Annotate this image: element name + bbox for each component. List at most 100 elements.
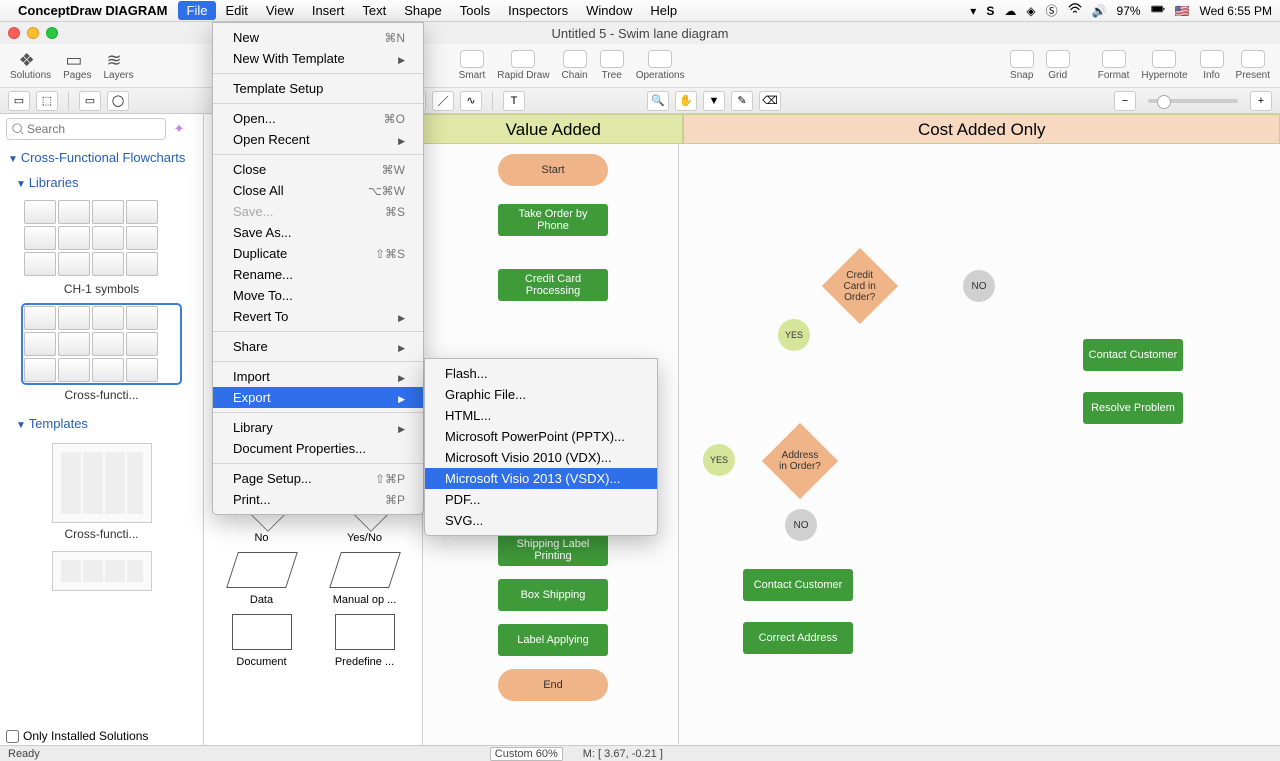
file-menu-print-[interactable]: Print...⌘P [213,489,423,510]
export-microsoft-visio-2010-vdx-[interactable]: Microsoft Visio 2010 (VDX)... [425,447,657,468]
menu-file[interactable]: File [178,1,217,20]
erase-tool[interactable]: ⌫ [759,91,781,111]
lib-crossfunc-grid[interactable] [24,306,179,382]
section-crossfunc[interactable]: Cross-Functional Flowcharts [0,144,203,171]
file-menu-library[interactable]: Library [213,417,423,438]
wand-icon[interactable]: ✦ [174,121,185,136]
node-credit-decision[interactable]: Credit Card in Order? [822,248,898,324]
node-contact-1[interactable]: Contact Customer [1083,339,1183,371]
shape-manual-op[interactable]: Manual op ... [325,552,404,606]
menu-view[interactable]: View [257,1,303,20]
menu-insert[interactable]: Insert [303,1,354,20]
tb-pages[interactable]: ▭Pages [63,50,91,81]
node-end[interactable]: End [498,669,608,701]
file-menu-rename-[interactable]: Rename... [213,264,423,285]
node-label-applying[interactable]: Label Applying [498,624,608,656]
zoom-slider[interactable] [1148,99,1238,103]
file-menu-close-all[interactable]: Close All⌥⌘W [213,180,423,201]
file-menu-close[interactable]: Close⌘W [213,159,423,180]
text-tool[interactable]: T [503,91,525,111]
file-menu-template-setup[interactable]: Template Setup [213,78,423,99]
file-menu-open-recent[interactable]: Open Recent [213,129,423,150]
file-menu-new[interactable]: New⌘N [213,27,423,48]
flag-icon[interactable]: 🇺🇸 [1175,4,1190,18]
menu-help[interactable]: Help [641,1,686,20]
file-menu-save-[interactable]: Save...⌘S [213,201,423,222]
shape-document[interactable]: Document [222,614,301,668]
node-no-1[interactable]: NO [963,270,995,302]
zoom-out[interactable]: − [1114,91,1136,111]
export-graphic-file-[interactable]: Graphic File... [425,384,657,405]
tb-layers[interactable]: ≋Layers [104,50,134,81]
menu-text[interactable]: Text [353,1,395,20]
file-menu-document-properties-[interactable]: Document Properties... [213,438,423,459]
file-menu-open-[interactable]: Open...⌘O [213,108,423,129]
template-thumb-1[interactable] [52,443,152,523]
tb-solutions[interactable]: ❖Solutions [10,50,51,81]
shape-predefined[interactable]: Predefine ... [325,614,404,668]
node-contact-2[interactable]: Contact Customer [743,569,853,601]
file-menu-page-setup-[interactable]: Page Setup...⇧⌘P [213,468,423,489]
line-tool[interactable]: ／ [432,91,454,111]
menu-edit[interactable]: Edit [216,1,256,20]
vlc-icon[interactable]: ▾ [970,4,976,18]
diamond-icon[interactable]: ◈ [1026,4,1035,18]
node-start[interactable]: Start [498,154,608,186]
tb-present[interactable]: Present [1236,50,1270,81]
template-thumb-2[interactable] [52,551,152,591]
tb-operations[interactable]: Operations [636,50,685,81]
clock[interactable]: Wed 6:55 PM [1200,4,1272,18]
node-box-shipping[interactable]: Box Shipping [498,579,608,611]
node-take-order[interactable]: Take Order by Phone [498,204,608,236]
file-menu-revert-to[interactable]: Revert To [213,306,423,327]
templates-node[interactable]: Templates [0,412,203,435]
menu-tools[interactable]: Tools [451,1,499,20]
lane-header-cost-added[interactable]: Cost Added Only [683,114,1280,144]
node-no-2[interactable]: NO [785,509,817,541]
tb-chain[interactable]: Chain [562,50,588,81]
file-menu-duplicate[interactable]: Duplicate⇧⌘S [213,243,423,264]
shape-data[interactable]: Data [222,552,301,606]
tb-info[interactable]: Info [1200,50,1224,81]
node-shipping-label[interactable]: Shipping Label Printing [498,534,608,566]
s-icon[interactable]: S [986,4,994,18]
only-installed-input[interactable] [6,730,19,743]
node-credit-processing[interactable]: Credit Card Processing [498,269,608,301]
export-flash-[interactable]: Flash... [425,363,657,384]
ellipse-tool[interactable]: ◯ [107,91,129,111]
window-zoom-button[interactable] [46,27,58,39]
eyedrop-tool[interactable]: ✎ [731,91,753,111]
cloud-icon[interactable]: ☁ [1004,4,1016,18]
export-microsoft-visio-2013-vsdx-[interactable]: Microsoft Visio 2013 (VSDX)... [425,468,657,489]
tb-hypernote[interactable]: Hypernote [1141,50,1187,81]
tb-rapid-draw[interactable]: Rapid Draw [497,50,549,81]
select-tool[interactable]: ⬚ [36,91,58,111]
zoom-tool[interactable]: 🔍 [647,91,669,111]
lane-header-value-added[interactable]: Value Added [423,114,683,144]
menu-inspectors[interactable]: Inspectors [499,1,577,20]
file-menu-import[interactable]: Import [213,366,423,387]
tb-format[interactable]: Format [1098,50,1130,81]
pointer-tool[interactable]: ▭ [8,91,30,111]
node-address-decision[interactable]: Address in Order? [762,423,838,499]
export-pdf-[interactable]: PDF... [425,489,657,510]
tb-tree[interactable]: Tree [600,50,624,81]
tb-grid[interactable]: Grid [1046,50,1070,81]
file-menu-move-to-[interactable]: Move To... [213,285,423,306]
node-yes-1[interactable]: YES [778,319,810,351]
skype-icon[interactable]: Ⓢ [1046,2,1058,19]
file-menu-save-as-[interactable]: Save As... [213,222,423,243]
rect-tool[interactable]: ▭ [79,91,101,111]
app-name[interactable]: ConceptDraw DIAGRAM [18,3,168,18]
only-installed-checkbox[interactable]: Only Installed Solutions [6,729,148,743]
node-resolve[interactable]: Resolve Problem [1083,392,1183,424]
stamp-tool[interactable]: ▼ [703,91,725,111]
menu-shape[interactable]: Shape [395,1,451,20]
window-close-button[interactable] [8,27,20,39]
node-correct-address[interactable]: Correct Address [743,622,853,654]
tb-snap[interactable]: Snap [1010,50,1034,81]
battery-icon[interactable] [1151,2,1165,19]
lib-ch1-grid[interactable] [24,200,179,276]
zoom-combo[interactable]: Custom 60% [490,747,563,761]
file-menu-share[interactable]: Share [213,336,423,357]
